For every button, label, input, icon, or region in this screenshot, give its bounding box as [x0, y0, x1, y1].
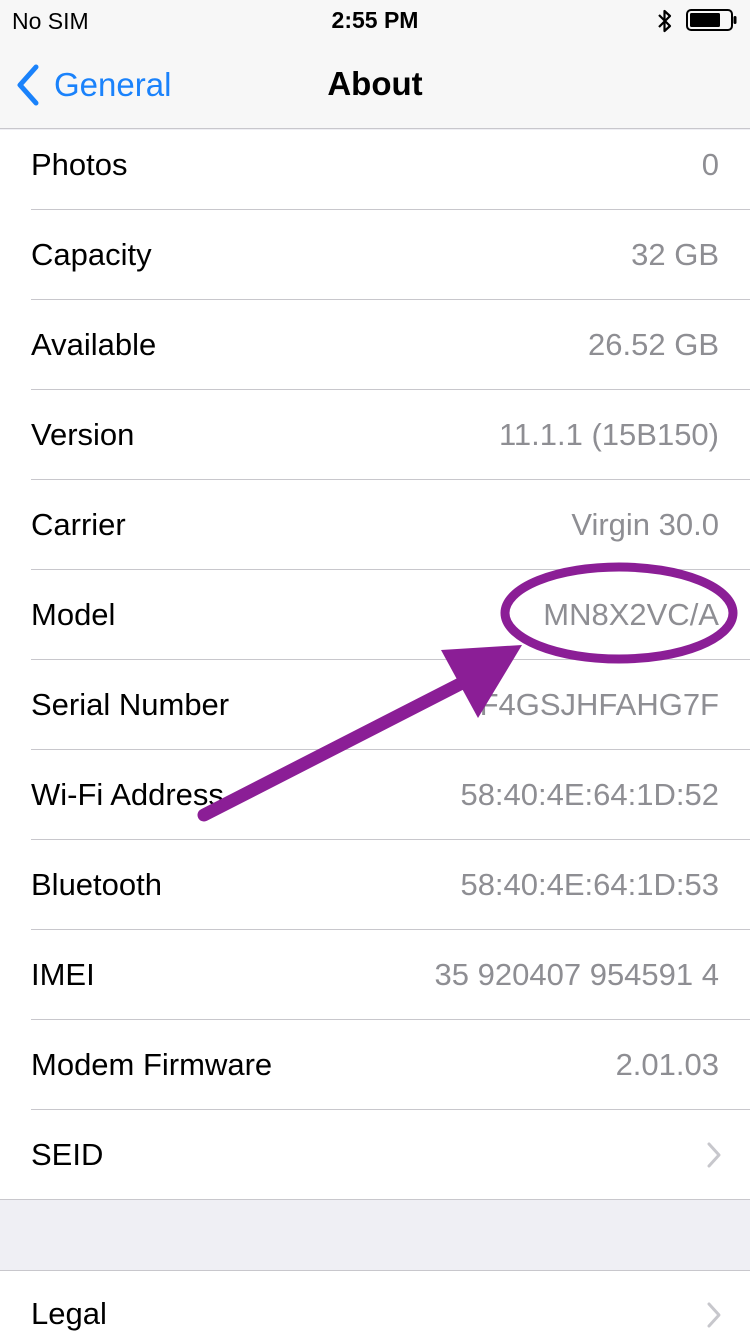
row-value: 11.1.1 (15B150): [498, 417, 719, 452]
settings-about-screen: No SIM 2:55 PM General About Photos 0 Ca…: [0, 0, 750, 1334]
row-label: Legal: [31, 1296, 107, 1331]
status-bar: No SIM 2:55 PM: [0, 0, 750, 40]
info-row-bluetooth: Bluetooth 58:40:4E:64:1D:53: [0, 840, 750, 930]
row-value: 0: [701, 147, 719, 182]
row-value: 32 GB: [631, 237, 719, 272]
row-label: Capacity: [31, 237, 152, 272]
row-value: 2.01.03: [615, 1047, 719, 1082]
about-info-list: Photos 0 Capacity 32 GB Available 26.52 …: [0, 130, 750, 1200]
row-value: 58:40:4E:64:1D:52: [460, 777, 719, 812]
legal-row[interactable]: Legal: [0, 1271, 750, 1334]
status-time: 2:55 PM: [331, 7, 419, 33]
row-label: IMEI: [31, 957, 95, 992]
info-row-model[interactable]: Model MN8X2VC/A: [0, 570, 750, 660]
row-label: Bluetooth: [31, 867, 162, 902]
navigation-bar: General About: [0, 40, 750, 129]
info-row-capacity: Capacity 32 GB: [0, 210, 750, 300]
info-row-version: Version 11.1.1 (15B150): [0, 390, 750, 480]
info-row-carrier: Carrier Virgin 30.0: [0, 480, 750, 570]
row-label: Carrier: [31, 507, 126, 542]
row-value: F4GSJHFAHG7F: [479, 687, 719, 722]
battery-icon: [686, 9, 737, 31]
row-label: Modem Firmware: [31, 1047, 273, 1082]
row-value: Virgin 30.0: [571, 507, 719, 542]
bluetooth-icon: [658, 9, 672, 33]
row-value: MN8X2VC/A: [543, 597, 719, 632]
row-value: 58:40:4E:64:1D:53: [460, 867, 719, 902]
info-row-serial-number: Serial Number F4GSJHFAHG7F: [0, 660, 750, 750]
page-title: About: [327, 65, 423, 102]
row-label: Photos: [31, 147, 128, 182]
row-label: Available: [31, 327, 157, 362]
row-label: Wi-Fi Address: [31, 777, 224, 812]
info-row-wifi-address: Wi-Fi Address 58:40:4E:64:1D:52: [0, 750, 750, 840]
legal-section: Legal: [0, 1270, 750, 1334]
chevron-right-icon: [707, 1142, 721, 1168]
info-row-modem-firmware: Modem Firmware 2.01.03: [0, 1020, 750, 1110]
row-label: SEID: [31, 1137, 104, 1172]
info-row-photos: Photos 0: [0, 130, 750, 210]
info-row-available: Available 26.52 GB: [0, 300, 750, 390]
row-label: Model: [31, 597, 116, 632]
info-row-imei: IMEI 35 920407 954591 4: [0, 930, 750, 1020]
row-value: 26.52 GB: [588, 327, 719, 362]
row-label: Version: [31, 417, 135, 452]
info-row-seid[interactable]: SEID: [0, 1110, 750, 1200]
chevron-right-icon: [707, 1302, 721, 1328]
row-value: 35 920407 954591 4: [434, 957, 719, 992]
row-label: Serial Number: [31, 687, 230, 722]
